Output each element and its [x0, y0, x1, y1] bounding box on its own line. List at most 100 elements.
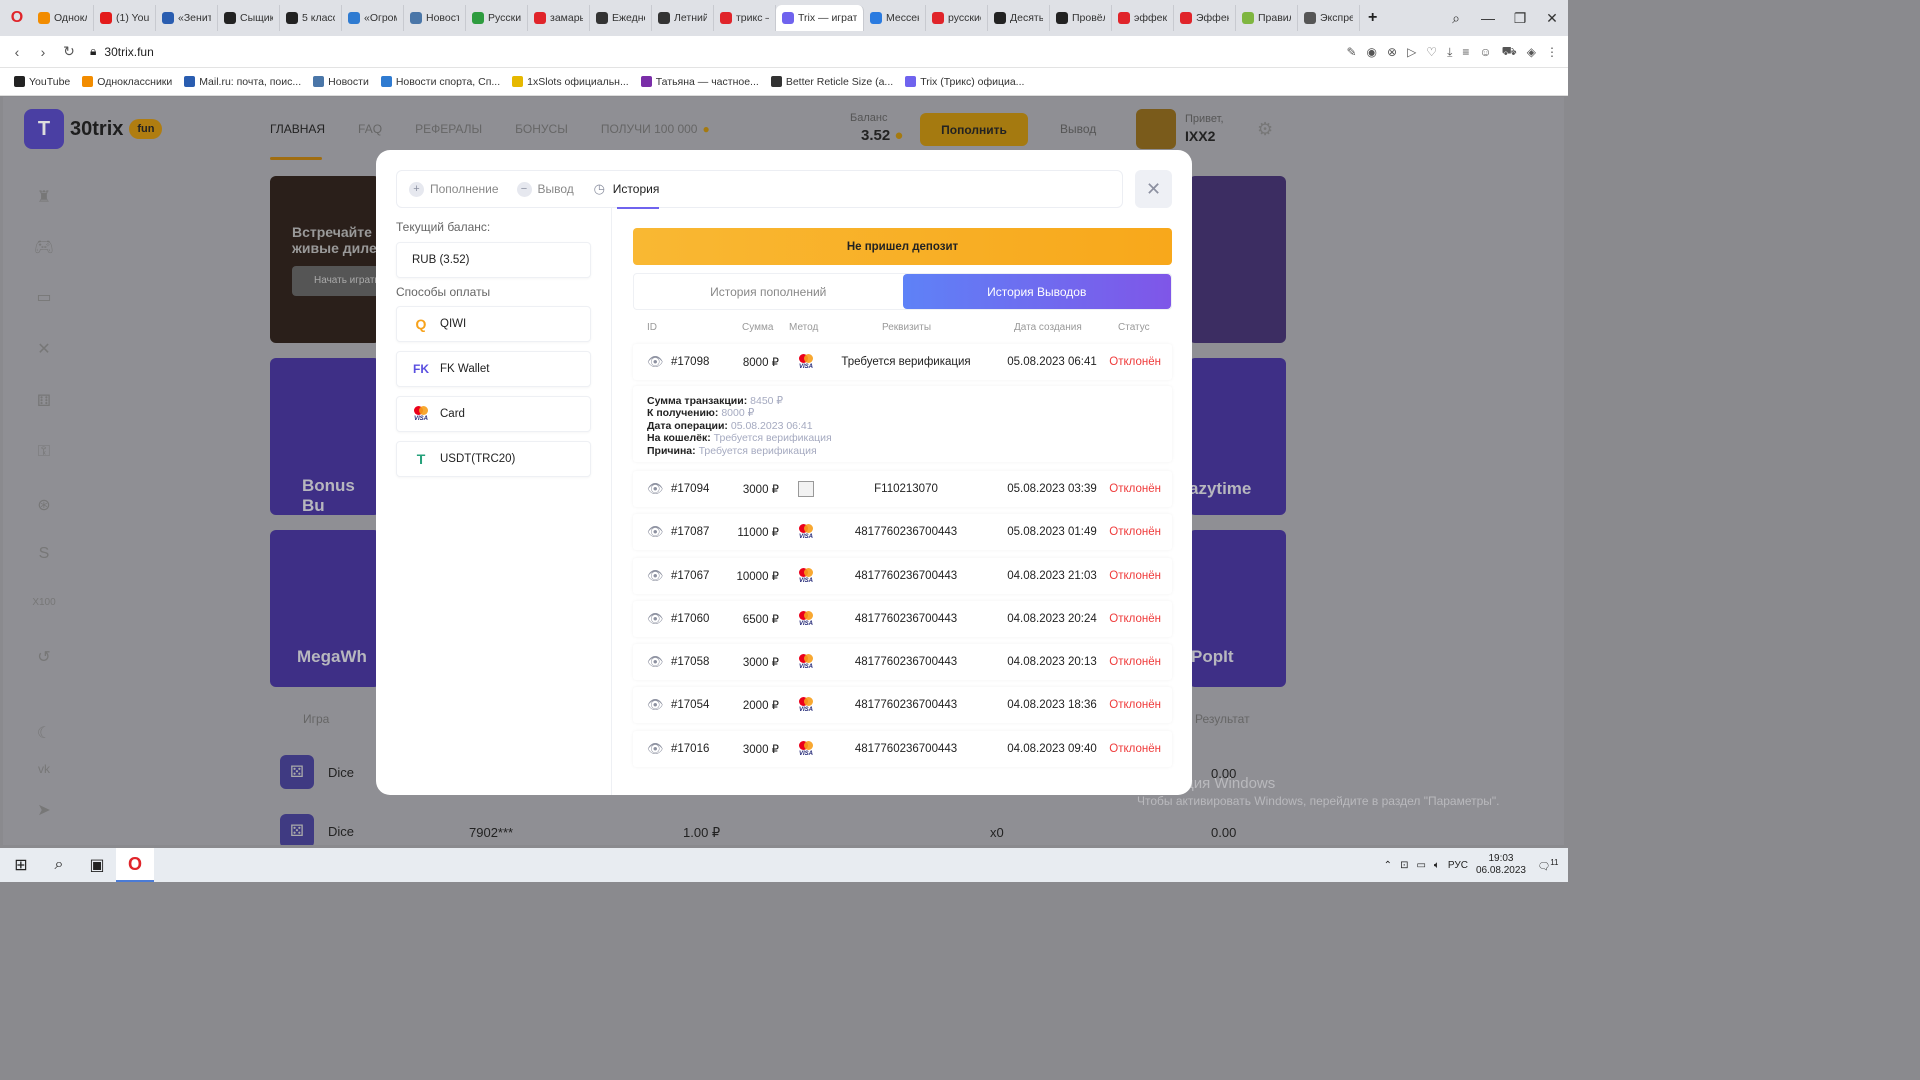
nav-item[interactable]: ПОЛУЧИ 100 000 [601, 122, 698, 136]
task-view-icon[interactable]: ▣ [78, 848, 116, 882]
browser-tab[interactable]: трикс – [714, 5, 776, 31]
browser-tab[interactable]: Экспре [1298, 5, 1360, 31]
shield-icon[interactable]: ⊗ [1387, 45, 1397, 59]
sidebar-item-lobby-icon[interactable]: ♜ [28, 187, 60, 207]
camera-icon[interactable]: ◉ [1367, 45, 1377, 59]
payment-method-usdt-trc20-[interactable]: T USDT(TRC20) [396, 441, 591, 477]
banner-start-button[interactable]: Начать играть [292, 266, 380, 296]
telegram-icon[interactable]: ➤ [28, 800, 60, 820]
bookmark-item[interactable]: Новости спорта, Сп... [380, 76, 500, 88]
close-modal-button[interactable]: ✕ [1135, 170, 1172, 208]
tray-volume-icon[interactable]: 🔈︎ [1434, 860, 1440, 871]
table-row[interactable]: 👁︎ #17094 3000 ₽ F110213070 05.08.2023 03:39… [633, 471, 1172, 507]
sidebar-item-x100-icon[interactable]: X100 [28, 597, 60, 608]
cart-icon[interactable]: ⛟ [1502, 44, 1517, 60]
heart-icon[interactable]: ♡ [1426, 45, 1437, 59]
back-icon[interactable]: ‹ [4, 44, 30, 60]
no-deposit-button[interactable]: Не пришел депозит [633, 228, 1172, 265]
bookmark-item[interactable]: Better Reticle Size (a... [770, 76, 893, 88]
table-row[interactable]: 👁︎ #17098 8000 ₽ VISA Требуется верификация 0… [633, 344, 1172, 380]
search-tabs-icon[interactable]: ⌕ [1440, 10, 1472, 27]
eye-icon[interactable]: 👁︎ [647, 344, 667, 380]
bookmark-item[interactable]: 1xSlots официальн... [512, 76, 629, 88]
nav-item[interactable]: ГЛАВНАЯ [270, 122, 325, 136]
bookmark-item[interactable]: YouTube [14, 76, 70, 88]
tab-deposit[interactable]: + Пополнение [409, 170, 499, 208]
reload-icon[interactable]: ↻ [56, 43, 82, 60]
browser-tab[interactable]: Однокл [32, 5, 94, 31]
download-icon[interactable]: ⤓ [1447, 45, 1452, 60]
table-row[interactable]: 👁︎ #17054 2000 ₽ VISA 4817760236700443 04.08.… [633, 687, 1172, 723]
deposit-button[interactable]: Пополнить [920, 113, 1028, 146]
nav-item[interactable]: FAQ [358, 122, 382, 136]
eye-icon[interactable]: 👁︎ [647, 514, 667, 550]
search-icon[interactable]: ⌕ [40, 848, 78, 882]
table-row[interactable]: 👁︎ #17067 10000 ₽ VISA 4817760236700443 04.08… [633, 558, 1172, 594]
browser-tab[interactable]: Летний [652, 5, 714, 31]
browser-tab[interactable]: «Огром [342, 5, 404, 31]
opera-logo-icon[interactable]: O [6, 7, 28, 29]
browser-tab[interactable]: Провёл [1050, 5, 1112, 31]
eye-icon[interactable]: 👁︎ [647, 731, 667, 767]
browser-tab[interactable]: Ежедне [590, 5, 652, 31]
bookmark-item[interactable]: Trix (Трикс) официа... [905, 76, 1024, 88]
payment-method-qiwi[interactable]: Q QIWI [396, 306, 591, 342]
eye-icon[interactable]: 👁︎ [647, 644, 667, 680]
browser-tab[interactable]: Trix — играть [776, 5, 864, 31]
tab-history[interactable]: ◷ История [592, 170, 659, 209]
bookmark-item[interactable]: Новости [313, 76, 369, 88]
settings-gear-icon[interactable]: ⚙ [1257, 119, 1273, 140]
browser-tab[interactable]: «Зенит» [156, 5, 218, 31]
sidebar-item-slots-icon[interactable]: ▭ [28, 287, 60, 307]
table-row[interactable]: 👁︎ #17087 11000 ₽ VISA 4817760236700443 05.08… [633, 514, 1172, 550]
edit-icon[interactable]: ✎ [1346, 45, 1356, 59]
vk-icon[interactable]: vk [28, 762, 60, 776]
browser-tab[interactable]: Русские [466, 5, 528, 31]
nav-item[interactable]: РЕФЕРАЛЫ [415, 122, 482, 136]
table-row[interactable]: 👁︎ #17016 3000 ₽ VISA 4817760236700443 04.08.… [633, 731, 1172, 767]
bookmark-item[interactable]: Mail.ru: почта, поис... [184, 76, 301, 88]
site-logo[interactable]: T 30trix fun [24, 109, 163, 149]
table-row[interactable]: 👁︎ #17058 3000 ₽ VISA 4817760236700443 04.08.… [633, 644, 1172, 680]
banner-megawheel[interactable]: MegaWh [270, 530, 380, 687]
withdrawal-history-tab[interactable]: История Выводов [902, 274, 1171, 309]
eye-icon[interactable]: 👁︎ [647, 558, 667, 594]
bookmark-item[interactable]: Одноклассники [82, 76, 172, 88]
bookmark-item[interactable]: Татьяна — частное... [640, 76, 759, 88]
browser-tab[interactable]: Мессен [864, 5, 926, 31]
sidebar-item-wheel-icon[interactable]: ⊛ [28, 495, 60, 515]
windows-start-icon[interactable]: ⊞ [2, 848, 40, 882]
browser-tab[interactable]: Десять [988, 5, 1050, 31]
taskbar-opera-icon[interactable]: O [116, 848, 154, 882]
browser-tab[interactable]: русские [926, 5, 988, 31]
notification-icon[interactable]: 🗨︎11 [1534, 858, 1562, 872]
tray-usb-icon[interactable]: ⊡ [1400, 860, 1408, 871]
withdraw-link[interactable]: Вывод [1060, 122, 1096, 136]
restore-icon[interactable]: ❐ [1504, 10, 1536, 27]
banner-live-dealers[interactable]: Встречайте живые диле Начать играть [270, 176, 380, 343]
minimize-icon[interactable]: — [1472, 10, 1504, 26]
url-field[interactable]: 🔒︎ 30trix.fun [90, 44, 154, 59]
browser-tab[interactable]: эффект [1112, 5, 1174, 31]
dark-mode-moon-icon[interactable]: ☾ [28, 723, 60, 743]
payment-method-card[interactable]: VISA Card [396, 396, 591, 432]
play-icon[interactable]: ▷ [1407, 45, 1416, 59]
banner-bonus-buy[interactable]: Bonus Bu [270, 358, 380, 515]
eye-icon[interactable]: 👁︎ [647, 601, 667, 637]
banner-right-top[interactable] [1189, 176, 1286, 343]
browser-tab[interactable]: 5 класс [280, 5, 342, 31]
avatar[interactable] [1136, 109, 1176, 149]
banner-popit[interactable]: PopIt [1189, 530, 1286, 687]
tray-language[interactable]: РУС [1448, 860, 1468, 871]
tray-clock[interactable]: 19:03 06.08.2023 [1476, 853, 1526, 877]
sidebar-item-dice-icon[interactable]: ⚅ [28, 391, 60, 411]
browser-tab[interactable]: замарь [528, 5, 590, 31]
close-window-icon[interactable]: ✕ [1536, 10, 1568, 27]
sidebar-item-key-icon[interactable]: ⚿ [28, 443, 60, 461]
nav-item[interactable]: БОНУСЫ [515, 122, 568, 136]
sidebar-item-s-icon[interactable]: S [28, 545, 60, 563]
banner-crazytime[interactable]: azytime [1189, 358, 1286, 515]
browser-tab[interactable]: (1) YouT [94, 5, 156, 31]
tab-withdraw[interactable]: − Вывод [516, 170, 574, 208]
table-row[interactable]: 👁︎ #17060 6500 ₽ VISA 4817760236700443 04.08.… [633, 601, 1172, 637]
